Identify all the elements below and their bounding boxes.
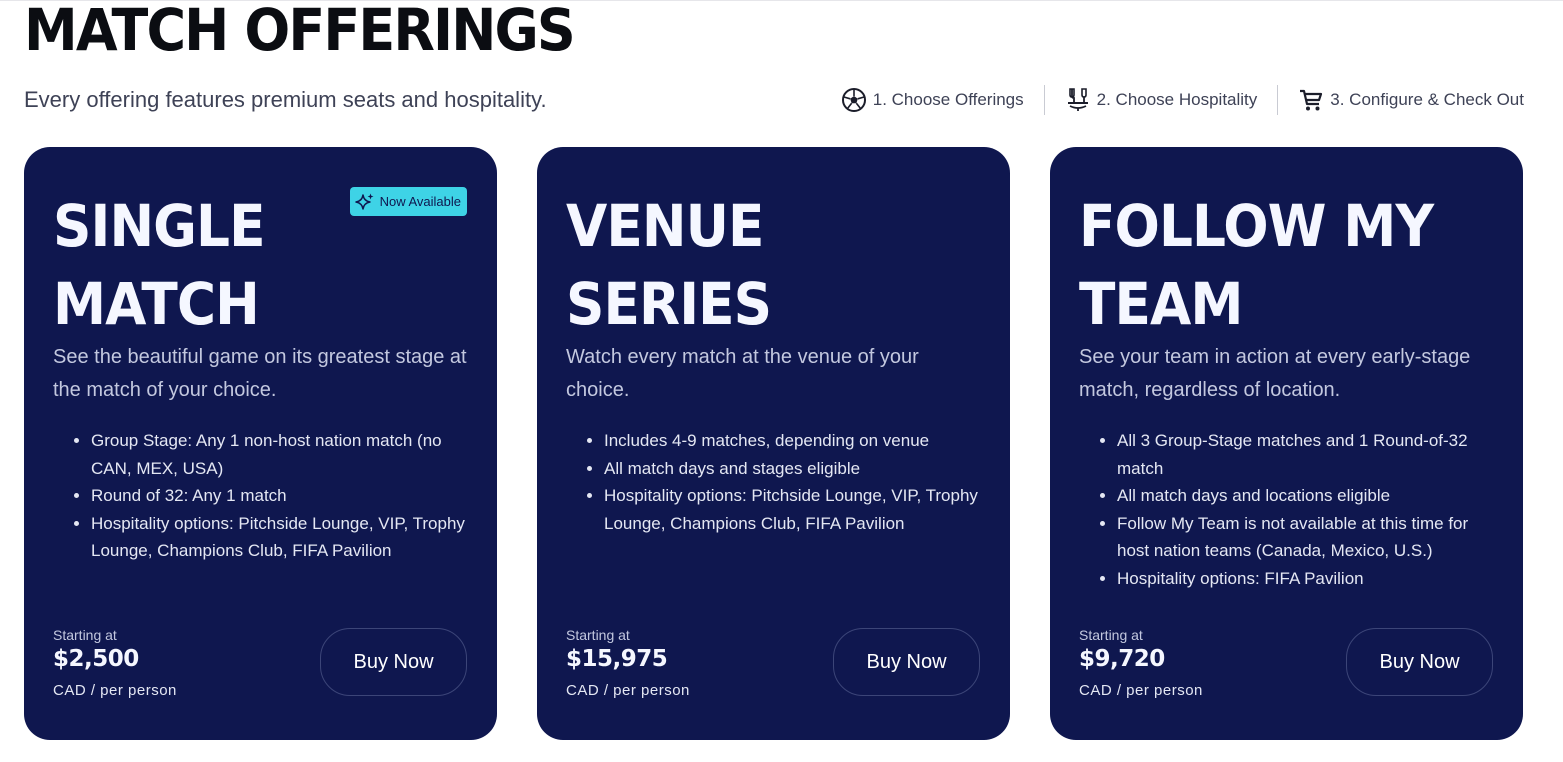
step-choose-offerings[interactable]: 1. Choose Offerings	[841, 84, 1024, 116]
offering-card-follow-my-team: FOLLOW MY TEAM See your team in action a…	[1050, 147, 1523, 740]
feature-item: Hospitality options: FIFA Pavilion	[1117, 565, 1499, 593]
feature-item: Hospitality options: Pitchside Lounge, V…	[604, 482, 986, 537]
step-choose-hospitality[interactable]: 2. Choose Hospitality	[1065, 84, 1258, 116]
status-badge: Now Available	[349, 187, 467, 216]
hospitality-icon	[1065, 87, 1091, 113]
feature-item: Group Stage: Any 1 non-host nation match…	[91, 427, 473, 482]
offering-card-single-match: SINGLE MATCH Now Available See the beaut…	[24, 147, 497, 740]
feature-list: Group Stage: Any 1 non-host nation match…	[53, 427, 473, 565]
buy-now-button[interactable]: Buy Now	[320, 628, 467, 696]
feature-item: All match days and stages eligible	[604, 455, 986, 483]
feature-item: All 3 Group-Stage matches and 1 Round-of…	[1117, 427, 1499, 482]
price-unit: CAD / per person	[53, 682, 177, 699]
badge-label: Now Available	[379, 194, 461, 209]
offering-card-venue-series: VENUE SERIES Watch every match at the ve…	[537, 147, 1010, 740]
buy-now-button[interactable]: Buy Now	[833, 628, 980, 696]
step-label: 3. Configure & Check Out	[1330, 90, 1524, 109]
feature-item: All match days and locations eligible	[1117, 482, 1499, 510]
cart-icon	[1298, 87, 1324, 113]
card-title: VENUE SERIES	[566, 192, 772, 338]
feature-item: Round of 32: Any 1 match	[91, 482, 473, 510]
price-unit: CAD / per person	[566, 682, 690, 699]
price-label: Starting at	[53, 627, 117, 643]
step-label: 1. Choose Offerings	[872, 90, 1024, 109]
step-divider	[1277, 85, 1279, 115]
price-value: $2,500	[53, 646, 139, 672]
price-value: $15,975	[566, 646, 668, 672]
feature-list: Includes 4-9 matches, depending on venue…	[566, 427, 986, 537]
card-title: FOLLOW MY TEAM	[1079, 192, 1434, 338]
step-label: 2. Choose Hospitality	[1096, 90, 1258, 109]
page-title: MATCH OFFERINGS	[24, 0, 576, 64]
price-value: $9,720	[1079, 646, 1165, 672]
page-subtitle: Every offering features premium seats an…	[24, 87, 547, 112]
sparkle-icon	[354, 191, 376, 213]
buy-now-button[interactable]: Buy Now	[1346, 628, 1493, 696]
step-divider	[1043, 85, 1045, 115]
feature-list: All 3 Group-Stage matches and 1 Round-of…	[1079, 427, 1499, 593]
step-configure-checkout[interactable]: 3. Configure & Check Out	[1298, 84, 1524, 116]
price-label: Starting at	[566, 627, 630, 643]
feature-item: Hospitality options: Pitchside Lounge, V…	[91, 510, 473, 565]
progress-steps: 1. Choose Offerings 2. Choose Hospitalit…	[841, 84, 1524, 116]
price-label: Starting at	[1079, 627, 1143, 643]
card-description: See your team in action at every early-s…	[1079, 346, 1471, 401]
feature-item: Includes 4-9 matches, depending on venue	[604, 427, 986, 455]
soccer-ball-icon	[841, 87, 867, 113]
card-description: Watch every match at the venue of your c…	[566, 346, 919, 401]
offering-cards: SINGLE MATCH Now Available See the beaut…	[24, 147, 1523, 740]
card-description: See the beautiful game on its greatest s…	[53, 346, 467, 401]
feature-item: Follow My Team is not available at this …	[1117, 510, 1499, 565]
price-unit: CAD / per person	[1079, 682, 1203, 699]
